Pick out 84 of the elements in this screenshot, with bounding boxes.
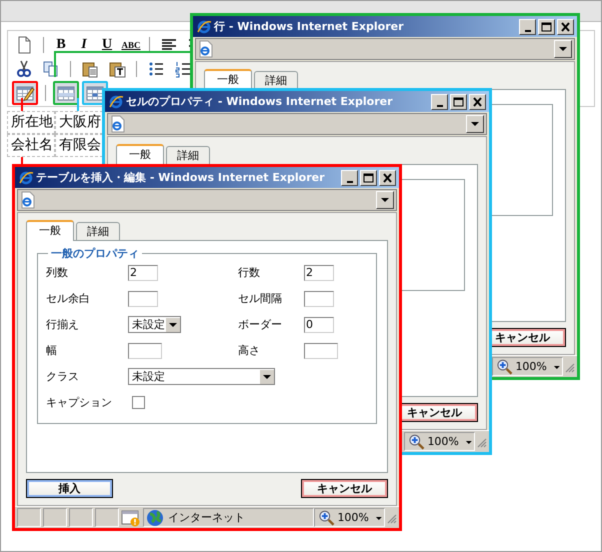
window-title: テーブルを挿入・編集 - Windows Internet Explorer <box>36 170 326 185</box>
bulleted-list-icon[interactable] <box>147 60 165 78</box>
status-panel <box>43 508 67 527</box>
tab[interactable]: 一般 <box>26 220 74 241</box>
underline-button[interactable]: U <box>97 37 117 53</box>
field-label: キャプション <box>46 395 113 410</box>
cancel-button[interactable]: キャンセル <box>301 479 388 498</box>
cut-icon[interactable] <box>15 60 33 78</box>
input-field[interactable] <box>304 290 334 306</box>
field-label: 行揃え <box>46 317 80 332</box>
minimize-icon <box>436 104 442 106</box>
group-title: 一般のプロパティ <box>48 246 142 261</box>
tab[interactable]: 詳細 <box>76 222 120 240</box>
resize-grip-icon <box>475 436 487 448</box>
input-field[interactable]: 2 <box>304 264 334 280</box>
zoom-icon <box>318 508 336 526</box>
field-label: ボーダー <box>238 317 283 332</box>
input-field[interactable] <box>128 342 162 358</box>
numbered-list-icon[interactable] <box>174 60 192 78</box>
field-label: 列数 <box>46 265 69 280</box>
table-cell: 有限会 <box>55 134 103 157</box>
page-icon <box>110 115 126 133</box>
page-icon <box>198 40 214 58</box>
italic-button[interactable]: I <box>74 37 94 53</box>
maximize-icon <box>451 94 466 108</box>
table-cell: 会社名 <box>7 134 55 157</box>
field-label: セル余白 <box>46 291 91 306</box>
resize-grip-icon <box>385 512 397 524</box>
input-field[interactable] <box>128 290 158 306</box>
globe-icon <box>146 508 164 526</box>
dropdown-button[interactable] <box>376 191 394 209</box>
tab[interactable]: 一般 <box>204 69 252 90</box>
status-panel <box>69 508 93 527</box>
resize-grip-icon <box>563 360 575 372</box>
maximize-icon <box>539 20 554 34</box>
maximize-icon <box>361 170 376 184</box>
minimize-button[interactable] <box>431 94 448 110</box>
strikethrough-button[interactable]: ABC <box>120 40 142 50</box>
dropdown-button[interactable] <box>554 40 572 58</box>
copy-icon[interactable] <box>42 60 60 78</box>
maximize-button[interactable] <box>450 94 467 110</box>
field-label: 高さ <box>238 343 261 358</box>
input-field[interactable]: 2 <box>128 264 158 280</box>
window-title: セルのプロパティ - Windows Internet Explorer <box>126 94 394 109</box>
field-label: セル間隔 <box>238 291 283 306</box>
table-cell: 所在地 <box>7 111 55 134</box>
bold-button[interactable]: B <box>51 37 71 53</box>
tab[interactable]: 詳細 <box>254 71 298 89</box>
table-cell-icon[interactable] <box>85 84 105 102</box>
field-label: 幅 <box>46 343 58 358</box>
close-button[interactable] <box>557 18 574 34</box>
maximize-button[interactable] <box>360 170 377 186</box>
input-field[interactable] <box>304 342 338 358</box>
select-field[interactable]: 未設定 <box>128 316 181 333</box>
status-panel <box>17 508 41 527</box>
tab[interactable]: 一般 <box>116 144 164 165</box>
status-panel <box>95 508 119 527</box>
close-button[interactable] <box>469 94 486 110</box>
insert-button[interactable]: 挿入 <box>26 479 113 498</box>
maximize-button[interactable] <box>538 18 555 34</box>
security-zone: インターネット <box>168 510 245 525</box>
input-field[interactable]: 0 <box>304 316 334 332</box>
close-button[interactable] <box>379 170 396 186</box>
minimize-button[interactable] <box>519 18 536 34</box>
dropdown-button[interactable] <box>466 115 484 133</box>
zoom-icon <box>496 358 514 376</box>
select-field[interactable]: 未設定 <box>128 368 275 385</box>
zoom-icon <box>408 432 426 450</box>
tab[interactable]: 詳細 <box>166 146 210 164</box>
table-row-icon[interactable] <box>56 84 76 102</box>
field-label: 行数 <box>238 265 261 280</box>
browser-icon <box>196 18 212 34</box>
window-title: 行 - Windows Internet Explorer <box>214 19 404 34</box>
minimize-icon <box>346 180 352 182</box>
paste-text-icon[interactable] <box>108 60 126 78</box>
field-label: クラス <box>46 369 80 384</box>
browser-icon <box>18 170 34 186</box>
checkbox[interactable] <box>132 396 145 409</box>
minimize-button[interactable] <box>341 170 358 186</box>
browser-icon <box>108 94 124 110</box>
paste-icon[interactable] <box>81 60 99 78</box>
table-edit-icon[interactable] <box>15 84 35 102</box>
page-icon <box>20 191 36 209</box>
minimize-icon <box>524 30 530 32</box>
